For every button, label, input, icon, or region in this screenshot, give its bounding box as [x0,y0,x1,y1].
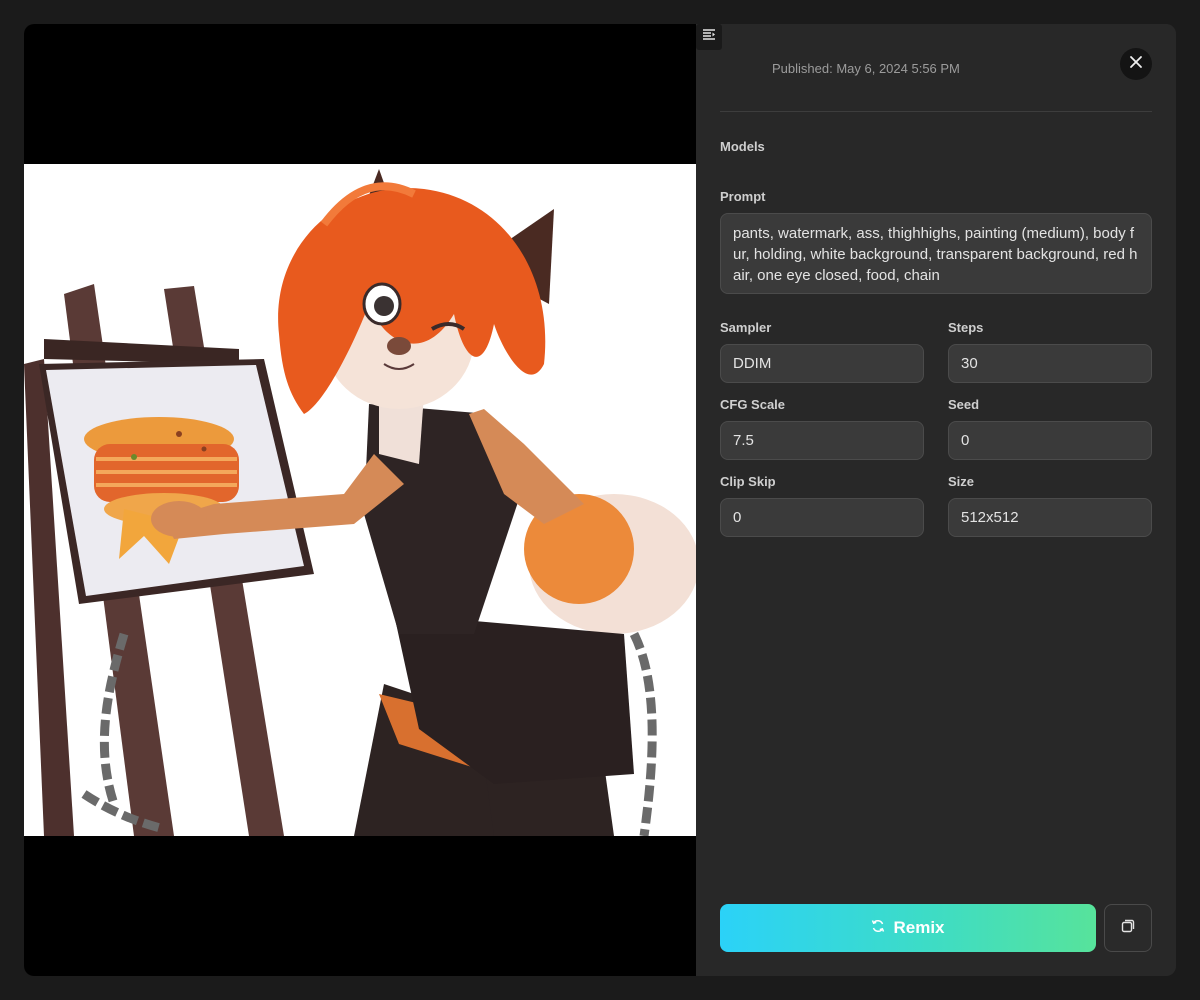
close-icon [1129,55,1143,74]
published-date: Published: May 6, 2024 5:56 PM [772,61,960,76]
seed-label: Seed [948,397,980,412]
seed-field[interactable]: 0 [948,421,1152,460]
remix-label: Remix [893,918,945,937]
cfg-scale-field[interactable]: 7.5 [720,421,924,460]
size-field[interactable]: 512x512 [948,498,1152,537]
prompt-label: Prompt [720,189,766,204]
cfg-scale-label: CFG Scale [720,397,786,412]
steps-field[interactable]: 30 [948,344,1152,383]
sampler-label: Sampler [720,320,772,335]
sampler-field[interactable]: DDIM [720,344,924,383]
close-button[interactable] [1120,48,1152,80]
remix-icon [871,918,885,938]
generated-image[interactable] [24,164,696,836]
panel-toggle-button[interactable] [696,24,722,50]
clip-skip-field[interactable]: 0 [720,498,924,537]
clip-skip-label: Clip Skip [720,474,776,489]
image-viewer [24,24,696,976]
divider [720,111,1152,112]
models-label: Models [720,139,765,154]
prompt-text[interactable]: pants, watermark, ass, thighhighs, paint… [720,213,1152,294]
size-label: Size [948,474,975,489]
steps-label: Steps [948,320,984,335]
details-panel: Published: May 6, 2024 5:56 PM Models Pr… [696,24,1176,976]
image-detail-modal: Published: May 6, 2024 5:56 PM Models Pr… [24,24,1176,976]
copy-icon [1121,919,1135,938]
copy-button[interactable] [1104,904,1152,952]
panel-toggle-icon [702,28,716,47]
remix-button[interactable]: Remix [720,904,1096,952]
